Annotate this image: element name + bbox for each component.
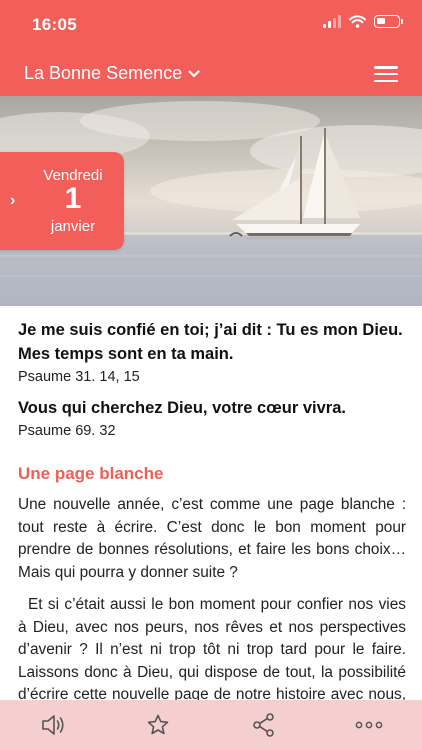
article-title: Une page blanche xyxy=(18,464,164,483)
more-button[interactable] xyxy=(349,705,389,745)
battery-icon xyxy=(374,15,403,28)
signal-icon xyxy=(323,15,341,28)
share-icon xyxy=(252,713,274,737)
date-month: janvier xyxy=(50,218,96,235)
verse-reference: Psaume 69. 32 xyxy=(18,423,116,439)
chevron-right-icon: › xyxy=(10,192,16,209)
more-icon xyxy=(355,721,383,729)
date-day: 1 xyxy=(64,182,82,215)
verse-text: Je me suis confié en toi; j’ai dit : Tu … xyxy=(18,321,403,363)
verse-text: Vous qui cherchez Dieu, votre cœur vivra… xyxy=(18,399,346,417)
date-selector[interactable]: › Vendredi 1 janvier xyxy=(0,152,124,250)
chevron-down-icon xyxy=(188,69,200,77)
favorite-button[interactable] xyxy=(138,705,178,745)
status-icons xyxy=(323,15,403,28)
share-button[interactable] xyxy=(244,705,284,745)
bottom-toolbar xyxy=(0,700,422,750)
article-paragraph: Une nouvelle année, c’est comme une page… xyxy=(18,496,406,581)
app-title: La Bonne Semence xyxy=(24,63,183,83)
audio-button[interactable] xyxy=(33,705,73,745)
audio-icon xyxy=(41,715,64,735)
star-icon xyxy=(147,714,169,735)
status-time: 16:05 xyxy=(32,15,77,34)
book-selector[interactable]: La Bonne Semence xyxy=(24,63,200,84)
daily-reading: Je me suis confié en toi; j’ai dit : Tu … xyxy=(18,318,406,729)
app-header: La Bonne Semence xyxy=(0,50,422,96)
hamburger-menu-icon[interactable] xyxy=(374,66,398,82)
wifi-icon xyxy=(349,15,366,28)
status-bar: 16:05 xyxy=(0,0,422,50)
verse-reference: Psaume 31. 14, 15 xyxy=(18,369,140,385)
